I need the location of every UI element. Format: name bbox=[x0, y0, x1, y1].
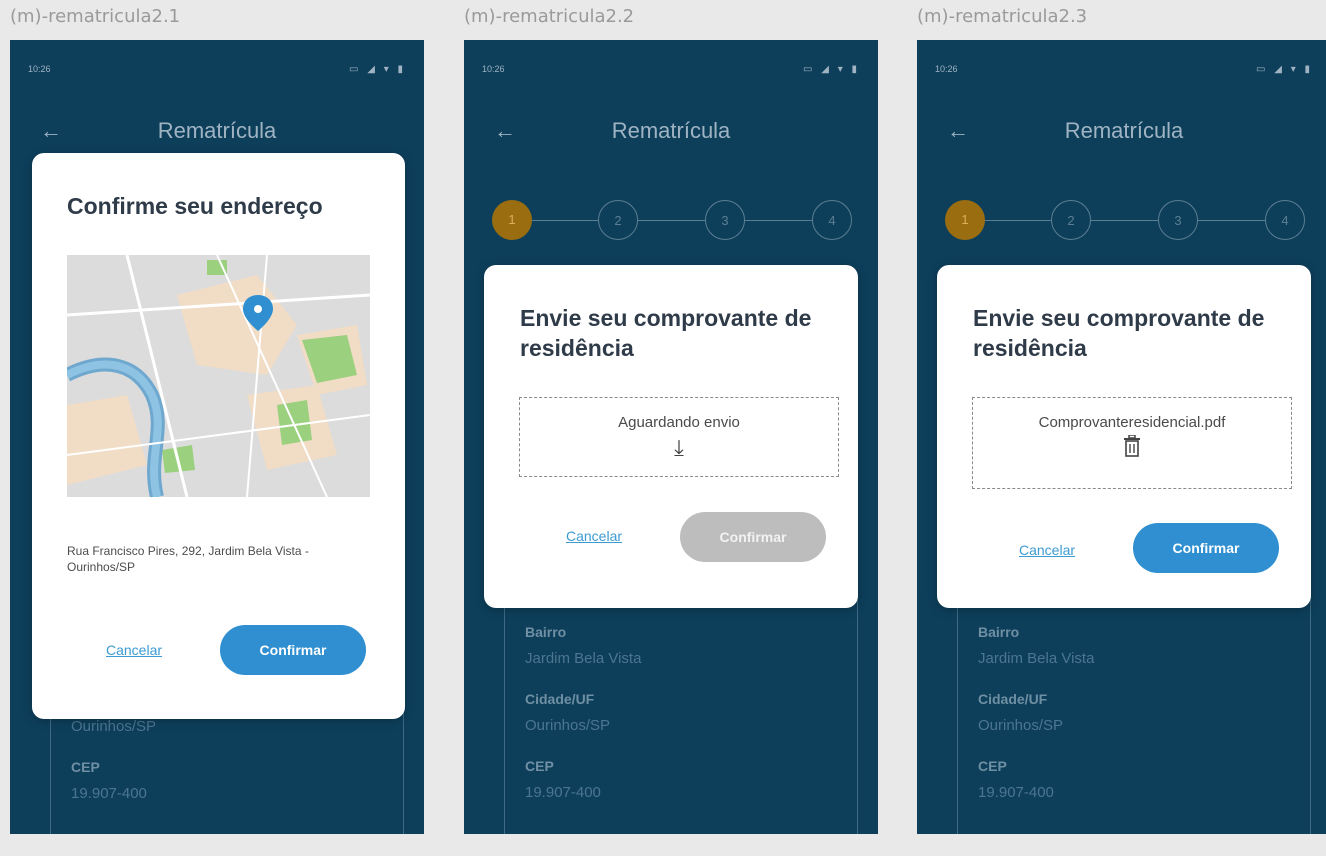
address-text: Rua Francisco Pires, 292, Jardim Bela Vi… bbox=[67, 544, 309, 574]
phone-screen-1: 10:26 ▭ ◢ ▾ ▮ ← Rematrícula Ourinhos/SP … bbox=[10, 40, 424, 834]
field-cep-label: CEP bbox=[978, 758, 1007, 774]
upload-proof-dialog: Envie seu comprovante de residência Agua… bbox=[484, 265, 858, 608]
field-bairro-label: Bairro bbox=[525, 624, 567, 640]
step-1: 1 bbox=[945, 200, 985, 240]
field-city-value: Ourinhos/SP bbox=[525, 717, 611, 734]
step-3: 3 bbox=[705, 200, 745, 240]
dialog-title: Confirme seu endereço bbox=[67, 193, 323, 219]
phone-screen-2: 10:26 ▭ ◢ ▾ ▮ ← Rematrícula 1 2 3 4 Bair… bbox=[464, 40, 878, 834]
phone-screen-3: 10:26 ▭ ◢ ▾ ▮ ← Rematrícula 1 2 3 4 Bair… bbox=[917, 40, 1326, 834]
field-cep-value: 19.907-400 bbox=[525, 784, 601, 801]
step-2: 2 bbox=[598, 200, 638, 240]
field-cep-value: 19.907-400 bbox=[71, 785, 147, 802]
map-image bbox=[67, 255, 370, 497]
confirm-button[interactable]: Confirmar bbox=[220, 625, 366, 675]
status-bar: 10:26 ▭ ◢ ▾ ▮ bbox=[935, 62, 1313, 76]
field-cep-value: 19.907-400 bbox=[978, 784, 1054, 801]
upload-dropzone[interactable]: Aguardando envio ⤓ bbox=[519, 397, 839, 477]
field-cep-label: CEP bbox=[71, 759, 100, 775]
step-4: 4 bbox=[812, 200, 852, 240]
field-cep: CEP 19.907-400 bbox=[525, 758, 857, 801]
upload-proof-dialog: Envie seu comprovante de residência Comp… bbox=[937, 265, 1311, 608]
field-city-value: Ourinhos/SP bbox=[978, 717, 1064, 734]
status-time: 10:26 bbox=[482, 64, 505, 74]
address-map[interactable] bbox=[67, 255, 370, 497]
field-cep: CEP 19.907-400 bbox=[978, 758, 1310, 801]
trash-icon[interactable] bbox=[973, 434, 1291, 463]
field-city-label: Cidade/UF bbox=[978, 691, 1048, 707]
upload-dropzone[interactable]: Comprovanteresidencial.pdf bbox=[972, 397, 1292, 489]
address-card: Bairro Jardim Bela Vista Cidade/UF Ourin… bbox=[504, 600, 858, 834]
step-2: 2 bbox=[1051, 200, 1091, 240]
confirm-button[interactable]: Confirmar bbox=[1133, 523, 1279, 573]
stepper-line bbox=[965, 220, 1285, 221]
confirm-address-dialog: Confirme seu endereço Rua Francisco Pire… bbox=[32, 153, 405, 719]
field-city: Ourinhos/SP bbox=[71, 718, 403, 735]
field-city-value: Ourinhos/SP bbox=[71, 718, 157, 735]
frame-label-3: (m)-rematricula2.3 bbox=[917, 6, 1088, 27]
status-bar: 10:26 ▭ ◢ ▾ ▮ bbox=[28, 62, 406, 76]
status-bar: 10:26 ▭ ◢ ▾ ▮ bbox=[482, 62, 860, 76]
app-bar: ← Rematrícula bbox=[464, 112, 878, 152]
step-4: 4 bbox=[1265, 200, 1305, 240]
status-icons: ▭ ◢ ▾ ▮ bbox=[349, 63, 406, 75]
dropzone-filename: Comprovanteresidencial.pdf bbox=[1038, 414, 1226, 431]
cancel-button[interactable]: Cancelar bbox=[106, 642, 162, 658]
download-icon: ⤓ bbox=[674, 435, 684, 460]
page-title: Rematrícula bbox=[1064, 118, 1184, 143]
field-bairro: Bairro Jardim Bela Vista bbox=[525, 624, 857, 667]
map-pin-icon bbox=[243, 295, 273, 336]
status-time: 10:26 bbox=[28, 64, 51, 74]
field-cep: CEP 19.907-400 bbox=[71, 759, 403, 802]
field-bairro-value: Jardim Bela Vista bbox=[978, 650, 1095, 667]
stepper: 1 2 3 4 bbox=[945, 200, 1305, 242]
field-city: Cidade/UF Ourinhos/SP bbox=[525, 691, 857, 734]
app-bar: ← Rematrícula bbox=[917, 112, 1326, 152]
cancel-button[interactable]: Cancelar bbox=[1019, 542, 1075, 558]
app-bar: ← Rematrícula bbox=[10, 112, 424, 152]
confirm-button[interactable]: Confirmar bbox=[680, 512, 826, 562]
status-time: 10:26 bbox=[935, 64, 958, 74]
step-1: 1 bbox=[492, 200, 532, 240]
page-title: Rematrícula bbox=[157, 118, 277, 143]
field-bairro: Bairro Jardim Bela Vista bbox=[978, 624, 1310, 667]
stepper-line bbox=[512, 220, 832, 221]
step-3: 3 bbox=[1158, 200, 1198, 240]
field-city-label: Cidade/UF bbox=[525, 691, 595, 707]
status-icons: ▭ ◢ ▾ ▮ bbox=[1256, 63, 1313, 75]
cancel-button[interactable]: Cancelar bbox=[566, 528, 622, 544]
field-cep-label: CEP bbox=[525, 758, 554, 774]
address-card: Bairro Jardim Bela Vista Cidade/UF Ourin… bbox=[957, 600, 1311, 834]
frame-label-2: (m)-rematricula2.2 bbox=[464, 6, 635, 27]
field-bairro-value: Jardim Bela Vista bbox=[525, 650, 642, 667]
stepper: 1 2 3 4 bbox=[492, 200, 852, 242]
dialog-title: Envie seu comprovante de residência bbox=[973, 305, 1265, 361]
field-bairro-label: Bairro bbox=[978, 624, 1020, 640]
field-city: Cidade/UF Ourinhos/SP bbox=[978, 691, 1310, 734]
dropzone-text: Aguardando envio bbox=[618, 414, 740, 431]
page-title: Rematrícula bbox=[611, 118, 731, 143]
frame-label-1: (m)-rematricula2.1 bbox=[10, 6, 181, 27]
dialog-title: Envie seu comprovante de residência bbox=[520, 305, 812, 361]
status-icons: ▭ ◢ ▾ ▮ bbox=[803, 63, 860, 75]
